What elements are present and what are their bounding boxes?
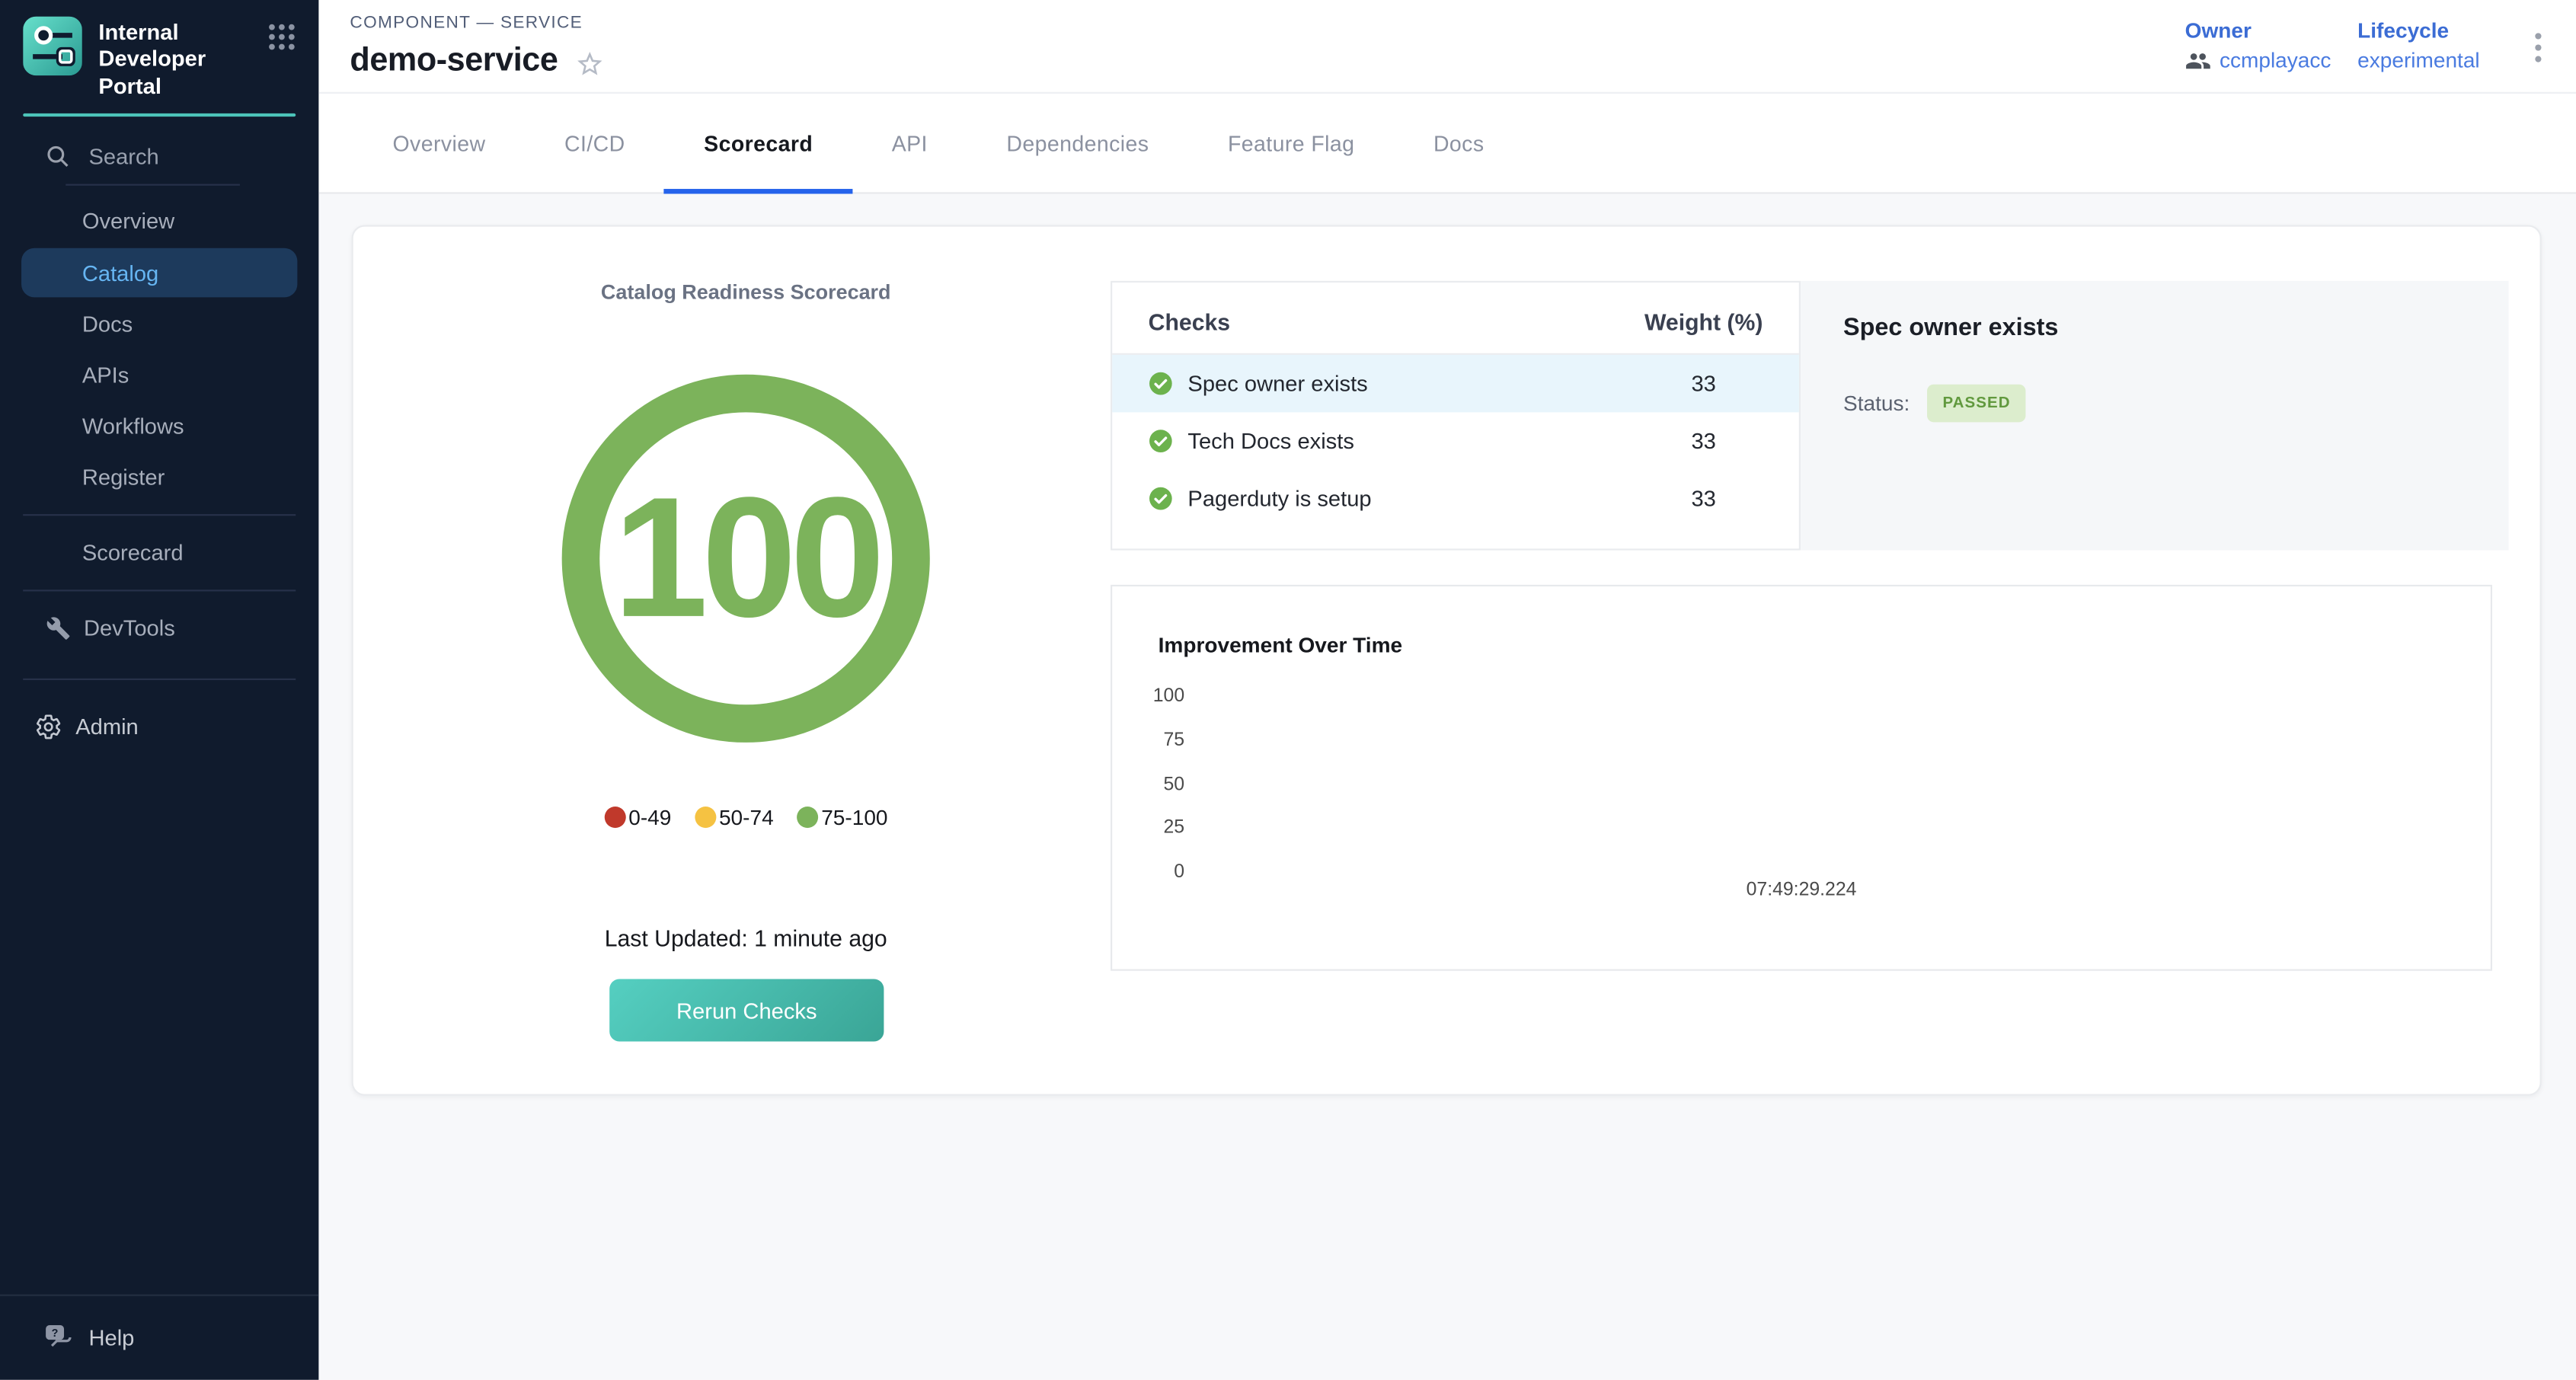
sidebar-item-devtools[interactable]: DevTools <box>0 603 318 654</box>
main-area: COMPONENT — SERVICE demo-service Owner <box>318 0 2576 1380</box>
tab-cicd[interactable]: CI/CD <box>525 94 664 192</box>
gear-icon <box>34 714 62 742</box>
y-tick: 75 <box>1112 731 1184 751</box>
divider <box>23 679 296 681</box>
tab-feature-flag[interactable]: Feature Flag <box>1188 94 1394 192</box>
sidebar-nav: Overview Catalog Docs APIs Workflows Reg… <box>0 196 318 655</box>
wrench-icon <box>46 617 70 641</box>
logo-divider <box>23 114 296 117</box>
status-badge: PASSED <box>1928 385 2025 423</box>
check-passed-icon <box>1149 486 1173 510</box>
lifecycle-block: Lifecycle experimental <box>2357 18 2480 72</box>
column-weight: Weight (%) <box>1609 308 1799 335</box>
scorecard-card: Catalog Readiness Scorecard 100 0-49 50-… <box>352 225 2542 1095</box>
admin-label: Admin <box>75 715 139 740</box>
sidebar-item-apis[interactable]: APIs <box>0 350 318 401</box>
y-tick: 50 <box>1112 775 1184 794</box>
divider <box>23 590 296 592</box>
y-tick: 100 <box>1112 687 1184 707</box>
legend-item-high: 75-100 <box>797 805 888 829</box>
table-row[interactable]: Pagerduty is setup 33 <box>1112 470 1799 527</box>
score-gauge: 100 <box>562 375 930 743</box>
check-passed-icon <box>1149 371 1173 395</box>
help-chat-icon: ? <box>44 1324 74 1353</box>
tab-docs[interactable]: Docs <box>1394 94 1523 192</box>
group-icon <box>2185 51 2212 69</box>
more-options-kebab-icon[interactable] <box>2532 30 2545 65</box>
column-checks: Checks <box>1149 308 1609 335</box>
search-label: Search <box>88 145 158 169</box>
scorecard-heading: Catalog Readiness Scorecard <box>353 281 1139 304</box>
sidebar-item-admin[interactable]: Admin <box>0 714 318 742</box>
checks-table-header: Checks Weight (%) <box>1112 283 1799 355</box>
yellow-dot-icon <box>695 807 716 828</box>
owner-label[interactable]: Owner <box>2185 18 2332 43</box>
entity-tabs: Overview CI/CD Scorecard API Dependencie… <box>318 94 2576 194</box>
improvement-chart-card: Improvement Over Time 100 75 50 25 0 07:… <box>1111 585 2492 971</box>
svg-text:?: ? <box>52 1328 59 1340</box>
scorecard-content: Catalog Readiness Scorecard 100 0-49 50-… <box>318 194 2576 1380</box>
score-legend: 0-49 50-74 75-100 <box>353 805 1139 829</box>
status-label: Status: <box>1843 391 1910 415</box>
app-logo-icon <box>23 17 82 76</box>
logo-row: Internal Developer Portal <box>0 0 318 101</box>
help-label: Help <box>88 1326 134 1350</box>
legend-item-low: 0-49 <box>604 805 671 829</box>
check-passed-icon <box>1149 429 1173 453</box>
gauge-section: Catalog Readiness Scorecard 100 0-49 50-… <box>353 227 1139 1097</box>
last-updated-text: Last Updated: 1 minute ago <box>353 925 1139 951</box>
page-title: demo-service <box>350 43 558 81</box>
app-window: Internal Developer Portal Search Overvie… <box>0 0 2576 1380</box>
rerun-checks-button[interactable]: Rerun Checks <box>609 979 884 1042</box>
sidebar: Internal Developer Portal Search Overvie… <box>0 0 318 1380</box>
table-row[interactable]: Tech Docs exists 33 <box>1112 412 1799 469</box>
sidebar-item-help[interactable]: ? Help <box>0 1295 318 1380</box>
green-dot-icon <box>797 807 818 828</box>
tab-api[interactable]: API <box>852 94 967 192</box>
sidebar-item-catalog[interactable]: Catalog <box>21 249 297 299</box>
divider <box>23 515 296 516</box>
tab-dependencies[interactable]: Dependencies <box>967 94 1189 192</box>
sidebar-item-docs[interactable]: Docs <box>0 299 318 350</box>
favorite-star-icon[interactable] <box>574 49 604 78</box>
lifecycle-value-link[interactable]: experimental <box>2357 48 2480 72</box>
search-icon <box>44 144 71 171</box>
tab-overview[interactable]: Overview <box>353 94 526 192</box>
score-value: 100 <box>613 473 878 644</box>
sidebar-item-workflows[interactable]: Workflows <box>0 401 318 452</box>
tab-scorecard[interactable]: Scorecard <box>664 94 852 192</box>
x-tick: 07:49:29.224 <box>1112 880 2491 900</box>
chart-title: Improvement Over Time <box>1159 632 1403 656</box>
y-tick: 0 <box>1112 861 1184 881</box>
sidebar-item-overview[interactable]: Overview <box>0 196 318 248</box>
check-detail-title: Spec owner exists <box>1843 314 2466 342</box>
checks-table: Checks Weight (%) Spec owner exists 33 T… <box>1111 281 1801 551</box>
y-tick: 25 <box>1112 818 1184 838</box>
red-dot-icon <box>604 807 625 828</box>
legend-item-mid: 50-74 <box>695 805 774 829</box>
check-detail-panel: Spec owner exists Status: PASSED <box>1801 281 2509 551</box>
divider <box>66 184 240 186</box>
sidebar-item-scorecard[interactable]: Scorecard <box>0 528 318 579</box>
app-title: Internal Developer Portal <box>98 20 256 101</box>
sidebar-item-register[interactable]: Register <box>0 452 318 503</box>
breadcrumb: COMPONENT — SERVICE <box>350 13 583 33</box>
sidebar-search[interactable]: Search <box>0 144 318 171</box>
lifecycle-label[interactable]: Lifecycle <box>2357 18 2480 43</box>
checks-section: Checks Weight (%) Spec owner exists 33 T… <box>1111 281 2509 551</box>
apps-grid-icon[interactable] <box>268 23 296 51</box>
table-row[interactable]: Spec owner exists 33 <box>1112 355 1799 412</box>
owner-block: Owner ccmplayacc <box>2185 18 2332 72</box>
entity-header: COMPONENT — SERVICE demo-service Owner <box>318 0 2576 94</box>
owner-value-link[interactable]: ccmplayacc <box>2220 48 2332 72</box>
